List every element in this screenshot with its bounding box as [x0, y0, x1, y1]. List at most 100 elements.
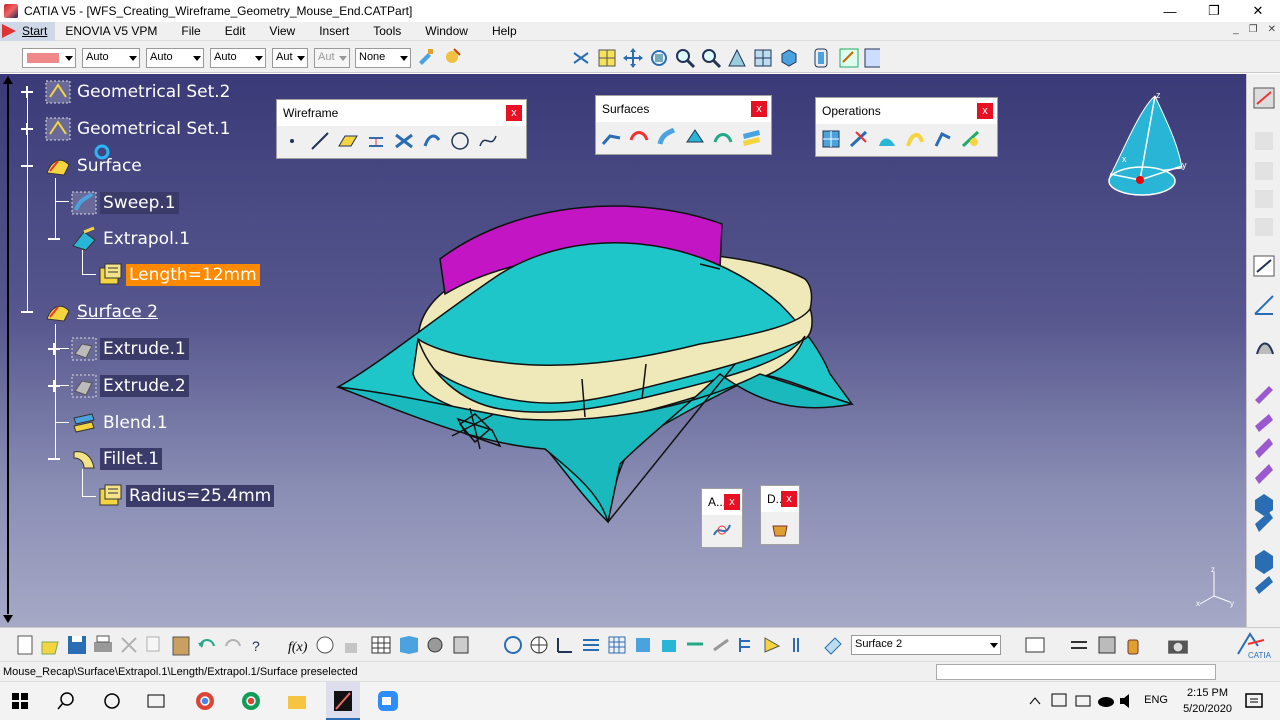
expand-extrude1[interactable]: [48, 343, 60, 355]
lineweight-combo[interactable]: Auto: [210, 48, 266, 68]
fill-icon[interactable]: [684, 126, 706, 148]
tree-node-sweep-1[interactable]: Sweep.1: [70, 190, 179, 216]
doc-minimize-icon[interactable]: _: [1233, 24, 1239, 35]
point-symbol-combo[interactable]: Aut: [272, 48, 308, 68]
tree-node-extrude-2[interactable]: Extrude.2: [70, 373, 189, 399]
multi-section-icon[interactable]: [712, 126, 734, 148]
tree-node-surface-2[interactable]: Surface 2: [44, 299, 161, 325]
svg-text:f(x): f(x): [288, 640, 308, 655]
spline-icon[interactable]: [477, 130, 499, 152]
color-combo[interactable]: [22, 48, 76, 68]
painter-icon[interactable]: [416, 47, 436, 67]
projection-icon[interactable]: [365, 130, 387, 152]
tree-node-fillet-1[interactable]: Fillet.1: [70, 446, 163, 472]
publication-icon: [453, 636, 469, 654]
tree-node-length-parameter[interactable]: Length=12mm: [96, 262, 260, 288]
cortana-icon: [104, 693, 120, 709]
expand-extrude2[interactable]: [48, 380, 60, 392]
menu-file[interactable]: File: [181, 24, 200, 38]
operations-close-button[interactable]: x: [977, 103, 993, 119]
menu-bar: Start ENOVIA V5 VPM File Edit View Inser…: [0, 21, 1280, 41]
collapse-surface[interactable]: [21, 160, 33, 172]
doc-close-icon[interactable]: ✕: [1268, 24, 1276, 35]
tree-node-geometrical-set-2[interactable]: Geometrical Set.2: [44, 79, 233, 105]
connect-checker-icon[interactable]: [711, 519, 733, 541]
tree-node-geometrical-set-1[interactable]: Geometrical Set.1: [44, 116, 233, 142]
collapse-fillet[interactable]: [48, 453, 60, 465]
layer-combo[interactable]: None: [355, 48, 411, 68]
redo-icon: [225, 639, 241, 647]
close-icon[interactable]: ✕: [1236, 0, 1280, 22]
format-painter-icon[interactable]: [442, 47, 462, 67]
extrapolate-icon[interactable]: [932, 128, 954, 150]
menu-window[interactable]: Window: [425, 24, 468, 38]
expand-geoset2[interactable]: [21, 86, 33, 98]
linetype-combo[interactable]: Auto: [146, 48, 204, 68]
tree-node-extrude-1[interactable]: Extrude.1: [70, 336, 189, 362]
start-label: Start: [22, 24, 48, 38]
scroll-up-icon[interactable]: [3, 76, 13, 84]
split-icon[interactable]: [848, 128, 870, 150]
zoom-out-icon: [702, 49, 722, 69]
extrude-surface-icon[interactable]: [600, 126, 622, 148]
cut-icon: [121, 637, 137, 653]
revolve-icon[interactable]: [628, 126, 650, 148]
tray-app-icon: [1051, 693, 1067, 707]
language-indicator[interactable]: ENG: [1144, 694, 1168, 706]
menu-enovia[interactable]: ENOVIA V5 VPM: [65, 24, 157, 38]
wireframe-close-button[interactable]: x: [506, 105, 522, 121]
scroll-down-icon[interactable]: [3, 615, 13, 623]
chrome-alt-icon: [242, 692, 260, 710]
current-geometrical-set-combo[interactable]: Surface 2: [851, 635, 1001, 655]
translate-icon[interactable]: [904, 128, 926, 150]
clock[interactable]: 2:15 PM 5/20/2020: [1183, 685, 1232, 717]
menu-insert[interactable]: Insert: [319, 24, 349, 38]
expand-geoset1[interactable]: [21, 123, 33, 135]
power-input-field[interactable]: [936, 664, 1216, 680]
menu-view[interactable]: View: [269, 24, 295, 38]
camera-icon[interactable]: [1166, 634, 1190, 658]
tree-scrollbar[interactable]: [0, 74, 16, 627]
tree-node-extrapol-1[interactable]: Extrapol.1: [70, 226, 193, 252]
plane-icon[interactable]: [337, 130, 359, 152]
multi-view-icon: [754, 49, 772, 67]
line-icon[interactable]: [309, 130, 331, 152]
catia-app-icon: [4, 4, 18, 18]
color-swatch: [27, 53, 59, 63]
analysis-close-button[interactable]: x: [724, 494, 740, 510]
start-menu[interactable]: Start: [0, 21, 56, 41]
surfaces-close-button[interactable]: x: [751, 101, 767, 117]
doc-restore-icon[interactable]: ❐: [1249, 24, 1258, 35]
develop-icon[interactable]: [769, 516, 791, 538]
whats-this-icon: ?: [252, 638, 260, 654]
collapse-surface2[interactable]: [21, 306, 33, 318]
3d-viewport[interactable]: x y z z x y Geometrical Set.2 Geometrica…: [0, 74, 1246, 627]
circle-icon[interactable]: [449, 130, 471, 152]
blend-tool-icon[interactable]: [740, 126, 762, 148]
sketcher-icon: [1253, 87, 1275, 109]
extrude-icon: [71, 337, 97, 361]
tree-node-blend-1[interactable]: Blend.1: [70, 410, 171, 436]
sweep-surface-icon[interactable]: [656, 126, 678, 148]
fillet-tool-icon[interactable]: [876, 128, 898, 150]
intersection-icon[interactable]: [393, 130, 415, 152]
menu-help[interactable]: Help: [492, 24, 517, 38]
tree-node-radius-parameter[interactable]: Radius=25.4mm: [96, 483, 275, 509]
minimize-icon[interactable]: —: [1148, 0, 1192, 22]
notifications-icon[interactable]: [1244, 691, 1266, 713]
compass-icon[interactable]: x y z: [1100, 88, 1200, 200]
menu-edit[interactable]: Edit: [225, 24, 246, 38]
point-icon[interactable]: [281, 130, 303, 152]
hide-show-icon: [839, 48, 859, 68]
developed-close-button[interactable]: x: [781, 491, 797, 507]
restore-icon[interactable]: ❐: [1192, 0, 1236, 22]
near-icon[interactable]: [960, 128, 982, 150]
transparency-combo[interactable]: Auto: [82, 48, 140, 68]
offset-curve-icon[interactable]: [421, 130, 443, 152]
collapse-extrapol[interactable]: [48, 233, 60, 245]
generic-tool-icon: [1255, 132, 1273, 150]
update-icon: [504, 636, 522, 654]
join-icon[interactable]: [820, 128, 842, 150]
insert-geoset-icon: [1025, 637, 1045, 653]
menu-tools[interactable]: Tools: [373, 24, 401, 38]
